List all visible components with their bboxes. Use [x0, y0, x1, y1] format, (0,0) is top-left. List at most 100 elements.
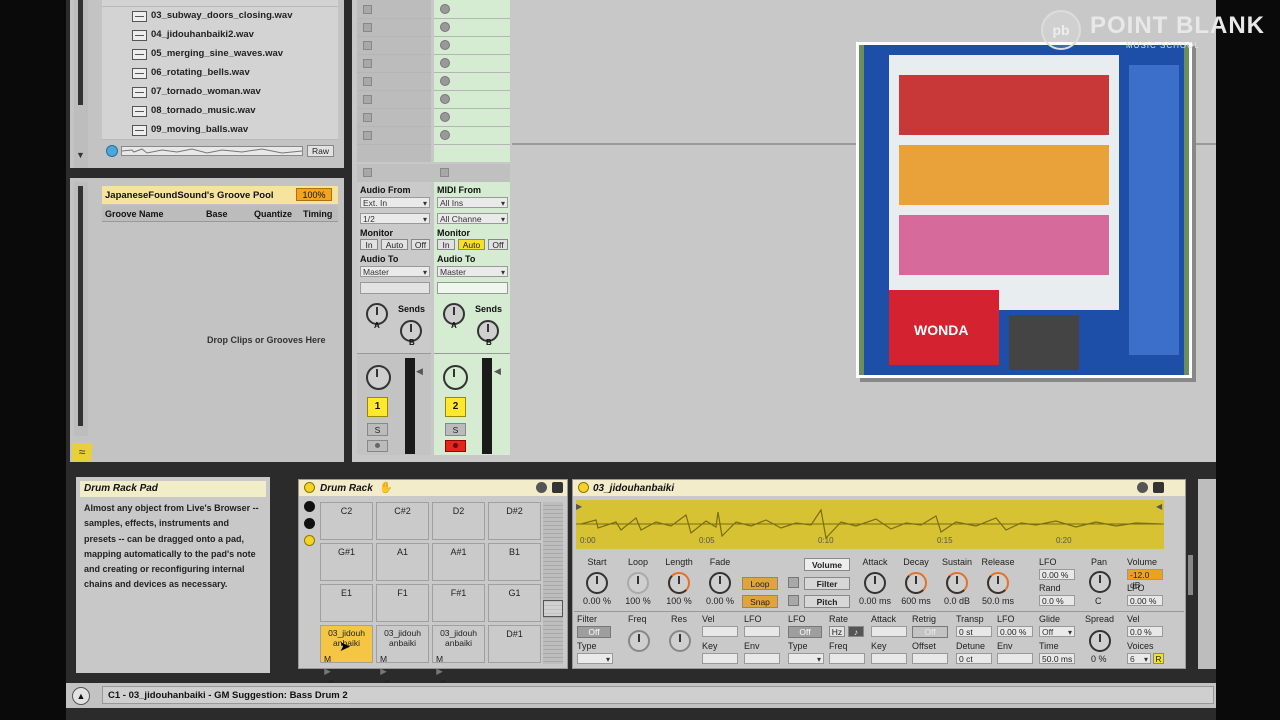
browser-file-row[interactable]: 08_tornado_music.wav — [102, 101, 338, 121]
pad-mute-button[interactable]: M — [436, 654, 443, 664]
filter-env-field[interactable] — [744, 653, 780, 664]
rand-field[interactable]: 0.0 % — [1039, 595, 1075, 606]
time-field[interactable]: 50.0 ms — [1039, 653, 1075, 664]
lfo-key-field[interactable] — [871, 653, 907, 664]
envelope-knob[interactable] — [946, 572, 968, 594]
simpler-power-icon[interactable] — [578, 482, 589, 493]
clip-slot-track2[interactable] — [434, 72, 510, 91]
filter-toggle[interactable]: Off — [577, 626, 611, 638]
drum-pad[interactable]: G#1 — [320, 543, 373, 581]
pad-mute-button[interactable]: M — [324, 654, 331, 664]
sample-param-knob[interactable] — [586, 572, 608, 594]
browser-file-row[interactable]: 07_tornado_woman.wav — [102, 82, 338, 102]
lfo-attack-field[interactable] — [871, 626, 907, 637]
clip-slot-track2[interactable] — [434, 54, 510, 73]
offset-field[interactable] — [912, 653, 948, 664]
browser-file-row[interactable]: 03_subway_doors_closing.wav — [102, 6, 338, 26]
lfo-toggle[interactable]: Off — [788, 626, 822, 638]
groove-scroll-thumb[interactable] — [78, 186, 83, 426]
preview-icon[interactable] — [106, 145, 118, 157]
pad-view-icon[interactable] — [304, 535, 315, 546]
browser-file-row[interactable]: 04_jidouhanbaiki2.wav — [102, 25, 338, 45]
envelope-knob[interactable] — [864, 572, 886, 594]
hot-swap-icon[interactable] — [536, 482, 547, 493]
clip-slot-track1[interactable] — [357, 72, 431, 91]
stop-button-2[interactable] — [440, 168, 449, 177]
drum-pad[interactable]: C#2 — [376, 502, 429, 540]
clip-slot-track1[interactable] — [357, 108, 431, 127]
groove-pool-percent[interactable]: 100% — [296, 188, 332, 201]
sample-param-knob[interactable] — [709, 572, 731, 594]
track-number-2[interactable]: 2 — [445, 397, 466, 417]
clip-slot-track1[interactable] — [357, 18, 431, 37]
col-groove-name[interactable]: Groove Name — [105, 209, 164, 219]
filter-key-field[interactable] — [702, 653, 738, 664]
sample-param-knob[interactable] — [668, 572, 690, 594]
pan-knob-1[interactable] — [366, 365, 391, 390]
pan-knob-2[interactable] — [443, 365, 468, 390]
drum-pad[interactable]: 03_jidouh anbaikiM▶S — [376, 625, 429, 688]
tab-volume[interactable]: Volume — [804, 558, 850, 571]
clip-slot-track1[interactable] — [357, 36, 431, 55]
pitch-lfo-field[interactable]: 0.00 % — [997, 626, 1033, 637]
filter-type-select[interactable] — [577, 653, 613, 665]
drum-pad[interactable]: D2 — [432, 502, 485, 540]
volume-slider-icon-1[interactable]: ◀ — [416, 366, 423, 377]
audio-from-select[interactable]: Ext. In — [360, 197, 430, 209]
drum-pad[interactable]: E1 — [320, 584, 373, 622]
solo-button-1[interactable]: S — [367, 423, 388, 436]
simpler-save-icon[interactable] — [1153, 482, 1164, 493]
drum-pad[interactable]: F1 — [376, 584, 429, 622]
clip-slot-track1[interactable] — [357, 90, 431, 109]
pad-overview-selector[interactable] — [543, 600, 563, 617]
pad-play-icon[interactable]: ▶ — [324, 666, 331, 676]
retrigger-r-button[interactable]: R — [1153, 653, 1164, 664]
preview-waveform[interactable] — [121, 146, 303, 156]
lfo-amount-field[interactable]: 0.00 % — [1039, 569, 1075, 580]
volume-slider-icon-2[interactable]: ◀ — [494, 366, 501, 377]
filter-vel-field[interactable] — [702, 626, 738, 637]
vel-field[interactable]: 0.0 % — [1127, 626, 1163, 637]
drum-pad[interactable]: F#1 — [432, 584, 485, 622]
monitor-off-2[interactable]: Off — [488, 239, 508, 250]
col-timing[interactable]: Timing — [303, 209, 332, 219]
clip-slot-track2[interactable] — [434, 126, 510, 145]
midi-from-select[interactable]: All Ins — [437, 197, 508, 209]
col-quantize[interactable]: Quantize — [254, 209, 292, 219]
stop-button-1[interactable] — [363, 168, 372, 177]
audio-to-select-2[interactable]: Master — [437, 266, 508, 278]
monitor-auto-2[interactable]: Auto — [458, 239, 485, 250]
drum-pad[interactable]: D#2 — [488, 502, 541, 540]
spread-knob[interactable] — [1089, 630, 1111, 652]
drum-pad[interactable]: 03_jidouh anbaikiM▶S — [432, 625, 485, 688]
filter-freq-knob[interactable] — [628, 630, 650, 652]
raw-button[interactable]: Raw — [307, 145, 334, 157]
filter-lfo-field[interactable] — [744, 626, 780, 637]
detune-field[interactable]: 0 ct — [956, 653, 992, 664]
envelope-knob[interactable] — [987, 572, 1009, 594]
audio-channel-select[interactable]: 1/2 — [360, 213, 430, 225]
clip-slot-track2[interactable] — [434, 90, 510, 109]
pad-play-icon[interactable]: ▶ — [380, 666, 387, 676]
pan-knob[interactable] — [1089, 571, 1111, 593]
pitch-env-field[interactable] — [997, 653, 1033, 664]
tab-pitch[interactable]: Pitch — [804, 595, 850, 608]
clip-slot-track2[interactable] — [434, 36, 510, 55]
clip-slot-track1[interactable] — [357, 0, 431, 19]
midi-channel-select[interactable]: All Channe — [437, 213, 508, 225]
sample-waveform[interactable] — [576, 500, 1164, 549]
device-scroll[interactable] — [1188, 555, 1193, 595]
clip-slot-track1[interactable] — [357, 54, 431, 73]
groove-icon[interactable]: ≈ — [72, 443, 92, 461]
drum-pad[interactable]: C2 — [320, 502, 373, 540]
drum-pad[interactable]: G1 — [488, 584, 541, 622]
lfo-hz-button[interactable]: Hz — [829, 626, 845, 637]
pad-mute-button[interactable]: M — [380, 654, 387, 664]
arm-button-2[interactable] — [445, 440, 466, 452]
lfo-freq-field[interactable] — [829, 653, 865, 664]
tab-filter[interactable]: Filter — [804, 577, 850, 590]
waveform-end-marker[interactable]: ◀ — [1156, 502, 1162, 511]
lfo-note-button[interactable]: ♪ — [848, 626, 864, 637]
envelope-knob[interactable] — [905, 572, 927, 594]
col-base[interactable]: Base — [206, 209, 228, 219]
